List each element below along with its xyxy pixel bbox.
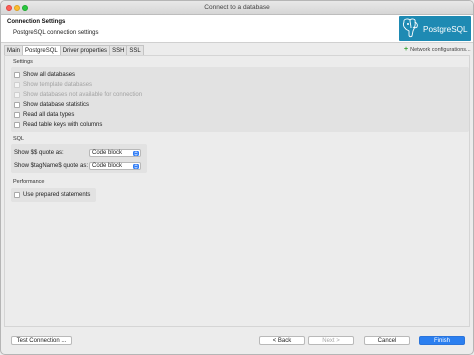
settings-section-label: Settings xyxy=(13,59,33,65)
dialog-header: Connection Settings PostgreSQL connectio… xyxy=(1,15,473,43)
checkbox[interactable] xyxy=(14,71,20,78)
tagname-quote-select[interactable]: Code block xyxy=(89,161,141,170)
postgresql-elephant-icon: PostgreSQL xyxy=(402,18,468,38)
add-icon: + xyxy=(404,46,409,53)
option-label: Show template databases xyxy=(23,81,93,88)
back-button[interactable]: < Back xyxy=(259,336,305,345)
checkbox[interactable] xyxy=(14,111,20,118)
dollar-quote-select[interactable]: Code block xyxy=(89,148,141,157)
option-label: Use prepared statements xyxy=(23,192,91,198)
network-configurations-link[interactable]: + Network configurations... xyxy=(404,46,471,53)
option-read-all-data-types[interactable]: Read all data types xyxy=(14,110,74,119)
option-label: Read table keys with columns xyxy=(23,121,103,128)
option-label: Read all data types xyxy=(23,111,75,118)
next-button: Next > xyxy=(308,336,354,345)
header-title: Connection Settings xyxy=(7,19,66,25)
option-show-all-databases[interactable]: Show all databases xyxy=(14,70,75,79)
checkbox xyxy=(14,81,20,88)
option-show-template-databases: Show template databases xyxy=(14,80,92,89)
checkbox[interactable] xyxy=(14,121,20,128)
window-title: Connect to a database xyxy=(204,4,270,11)
option-show-database-statistics[interactable]: Show database statistics xyxy=(14,100,89,109)
tagname-quote-label: Show $tagName$ quote as: xyxy=(14,162,89,169)
option-use-prepared-statements[interactable]: Use prepared statements xyxy=(14,191,90,200)
connect-dialog: Connect to a database Connection Setting… xyxy=(0,0,474,355)
option-read-table-keys[interactable]: Read table keys with columns xyxy=(14,120,102,129)
dollar-quote-label: Show $$ quote as: xyxy=(14,149,64,156)
dollar-quote-value: Code block xyxy=(92,149,123,156)
title-bar: Connect to a database xyxy=(1,1,473,15)
finish-button[interactable]: Finish xyxy=(419,336,465,345)
performance-section-label: Performance xyxy=(13,179,45,185)
logo-text: PostgreSQL xyxy=(423,25,468,34)
tagname-quote-value: Code block xyxy=(92,162,123,169)
option-label: Show databases not available for connect… xyxy=(23,91,143,98)
dropdown-arrows-icon xyxy=(133,163,139,169)
checkbox[interactable] xyxy=(14,101,20,108)
cancel-button[interactable]: Cancel xyxy=(364,336,410,345)
option-show-unavailable-databases: Show databases not available for connect… xyxy=(14,90,142,99)
dropdown-arrows-icon xyxy=(133,150,139,156)
sql-row-tagname-quote: Show $tagName$ quote as: xyxy=(14,161,89,170)
test-connection-button[interactable]: Test Connection ... xyxy=(11,336,72,345)
option-label: Show all databases xyxy=(23,71,76,78)
sql-row-dollar-quote: Show $$ quote as: xyxy=(14,148,89,157)
postgresql-logo: PostgreSQL xyxy=(399,16,471,41)
network-configurations-label: Network configurations... xyxy=(410,47,471,53)
checkbox xyxy=(14,91,20,98)
option-label: Show database statistics xyxy=(23,101,90,108)
sql-section-label: SQL xyxy=(13,136,25,142)
header-subtitle: PostgreSQL connection settings xyxy=(13,30,99,36)
checkbox[interactable] xyxy=(14,192,20,198)
